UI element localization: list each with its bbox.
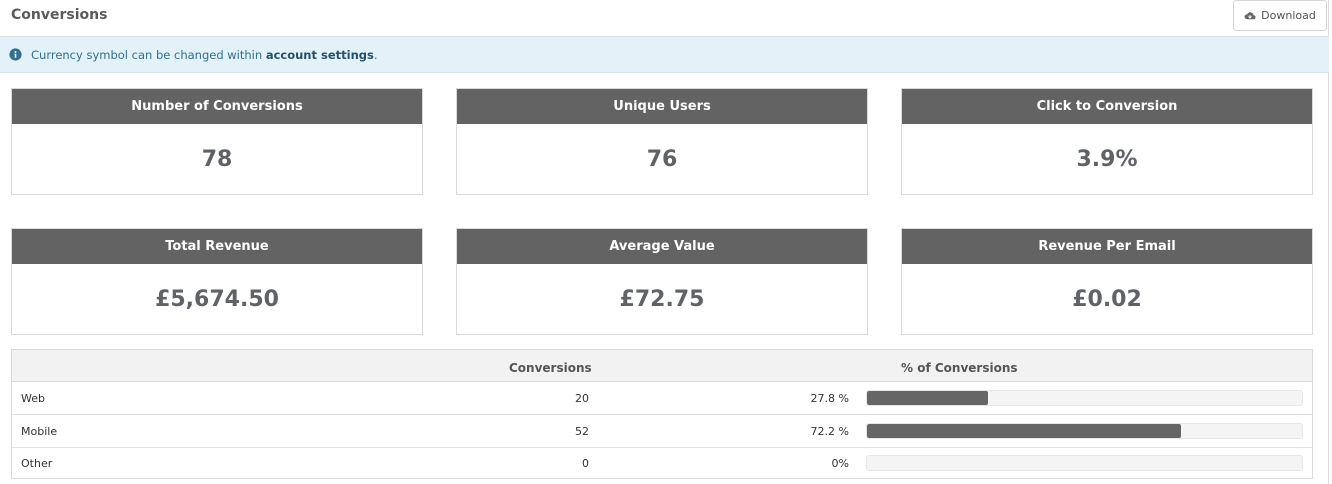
conversions-table: Conversions % of Conversions Web 20 27.8… bbox=[11, 349, 1313, 479]
percent-bar bbox=[866, 455, 1303, 471]
table-row: Web 20 27.8 % bbox=[12, 382, 1312, 415]
stat-label: Unique Users bbox=[457, 89, 867, 124]
stat-card-unique-users: Unique Users 76 bbox=[456, 88, 868, 195]
stat-card-click-to-conversion: Click to Conversion 3.9% bbox=[901, 88, 1313, 195]
column-header-conversions: Conversions bbox=[509, 361, 592, 375]
stat-value: £72.75 bbox=[619, 286, 705, 312]
percent-bar bbox=[866, 390, 1303, 406]
table-row: Other 0 0% bbox=[12, 447, 1312, 480]
download-label: Download bbox=[1261, 9, 1316, 22]
row-percent-label: 0% bbox=[831, 457, 849, 470]
row-channel: Other bbox=[21, 457, 53, 470]
stat-value: £0.02 bbox=[1072, 286, 1142, 312]
stat-value: 3.9% bbox=[1076, 146, 1138, 172]
stat-value: £5,674.50 bbox=[155, 286, 279, 312]
info-icon bbox=[9, 48, 22, 61]
row-channel: Web bbox=[21, 392, 45, 405]
percent-bar-fill bbox=[867, 391, 988, 405]
info-alert: Currency symbol can be changed within ac… bbox=[0, 37, 1329, 73]
cloud-download-icon bbox=[1244, 11, 1256, 19]
table-row: Mobile 52 72.2 % bbox=[12, 415, 1312, 448]
percent-bar-fill bbox=[867, 424, 1182, 438]
stat-label: Click to Conversion bbox=[902, 89, 1312, 124]
stat-label: Revenue Per Email bbox=[902, 229, 1312, 264]
stat-label: Number of Conversions bbox=[12, 89, 422, 124]
row-conversions: 52 bbox=[575, 425, 589, 438]
stat-value: 78 bbox=[201, 146, 233, 172]
row-conversions: 20 bbox=[575, 392, 589, 405]
row-percent-label: 27.8 % bbox=[810, 392, 849, 405]
row-channel: Mobile bbox=[21, 425, 58, 438]
stat-card-revenue-per-email: Revenue Per Email £0.02 bbox=[901, 228, 1313, 335]
panel-header: Conversions Download bbox=[0, 0, 1329, 37]
account-settings-link[interactable]: account settings bbox=[266, 48, 374, 62]
stat-value: 76 bbox=[646, 146, 678, 172]
table-header: Conversions % of Conversions bbox=[12, 350, 1312, 382]
download-button[interactable]: Download bbox=[1233, 0, 1327, 31]
column-header-percent: % of Conversions bbox=[901, 361, 1018, 375]
info-text-prefix: Currency symbol can be changed within bbox=[31, 47, 266, 62]
row-percent-label: 72.2 % bbox=[810, 425, 849, 438]
stat-label: Total Revenue bbox=[12, 229, 422, 264]
info-text-suffix: . bbox=[373, 47, 378, 62]
stat-card-conversions: Number of Conversions 78 bbox=[11, 88, 423, 195]
conversions-panel: Conversions Download Currency symbol can… bbox=[0, 0, 1329, 484]
row-conversions: 0 bbox=[582, 457, 589, 470]
stat-card-average-value: Average Value £72.75 bbox=[456, 228, 868, 335]
stat-label: Average Value bbox=[457, 229, 867, 264]
percent-bar bbox=[866, 423, 1303, 439]
stat-card-total-revenue: Total Revenue £5,674.50 bbox=[11, 228, 423, 335]
page-title: Conversions bbox=[11, 7, 108, 23]
